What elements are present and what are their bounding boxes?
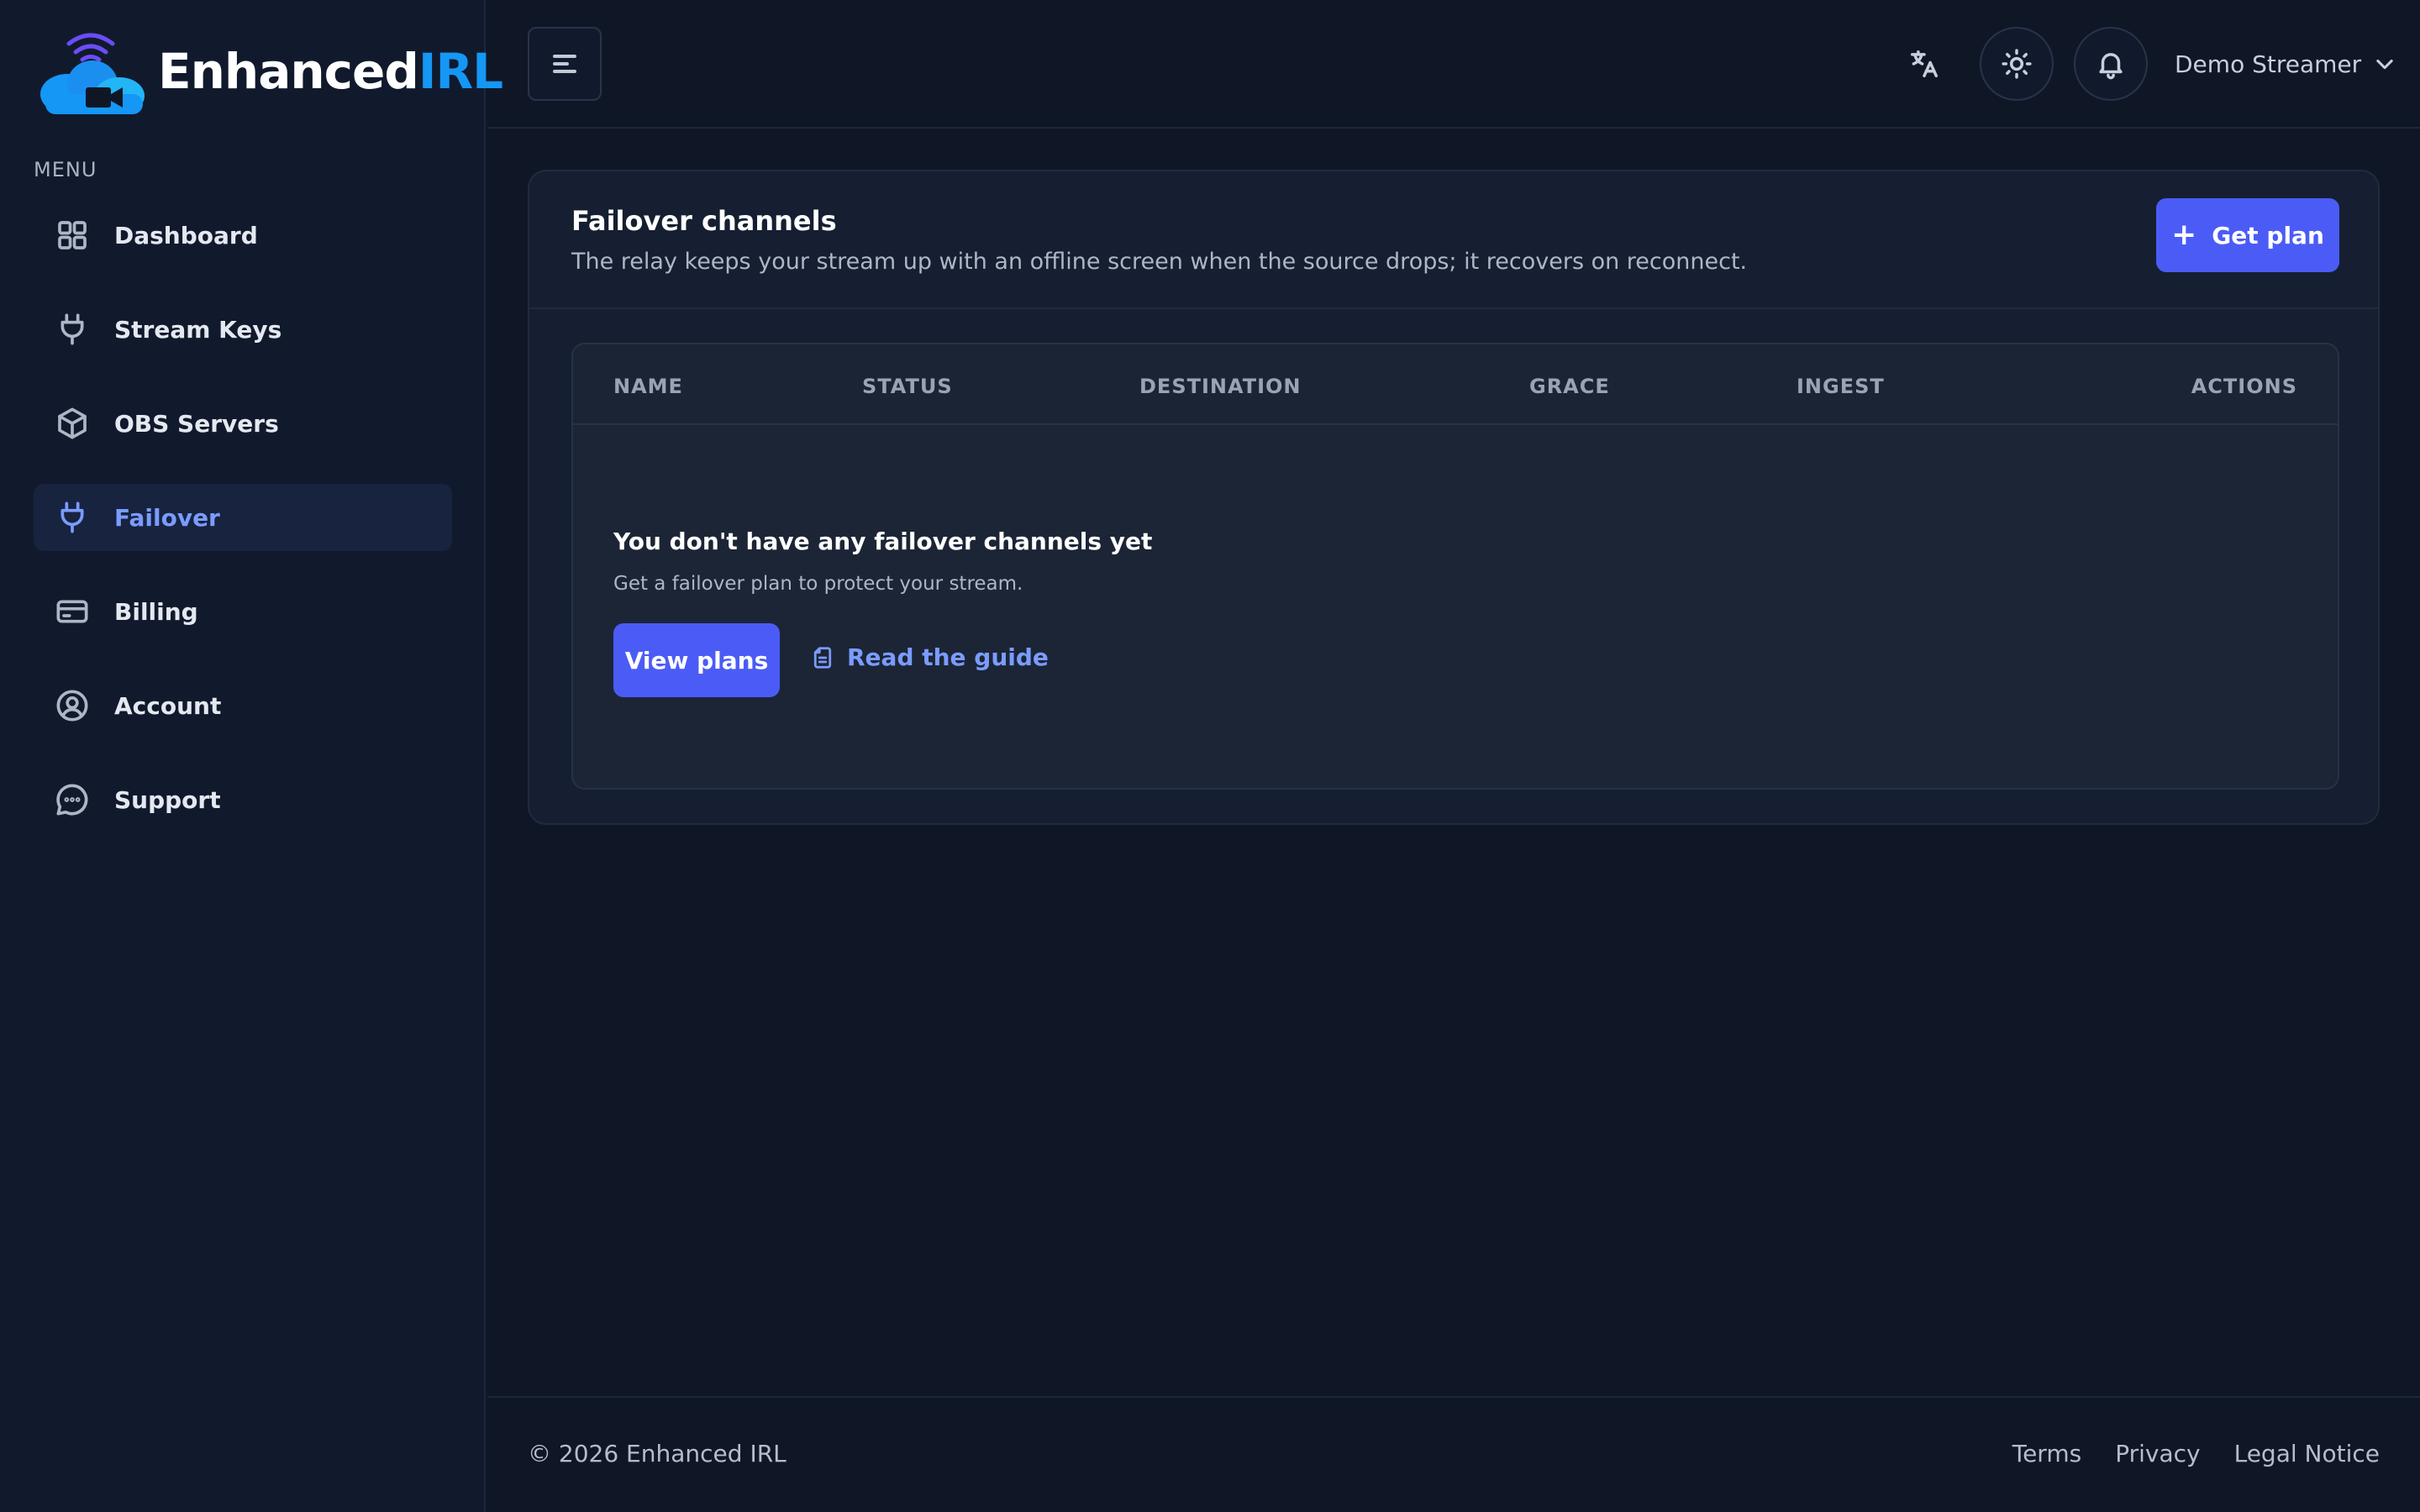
sidebar-item-label: Account [114, 691, 222, 720]
sidebar-item-dashboard[interactable]: Dashboard [34, 202, 452, 269]
card-header: Failover channels The relay keeps your s… [529, 171, 2378, 309]
failover-table: NAME STATUS DESTINATION GRACE INGEST ACT… [571, 343, 2339, 790]
column-header-status: STATUS [862, 375, 953, 398]
plug-icon [55, 312, 89, 346]
notifications-button[interactable] [2074, 27, 2148, 101]
column-header-actions: ACTIONS [2191, 375, 2297, 398]
credit-card-icon [55, 595, 89, 628]
toggle-sidebar-button[interactable] [528, 27, 602, 101]
menu-icon [553, 55, 576, 73]
sidebar-item-label: Stream Keys [114, 315, 282, 344]
footer-link-legal-notice[interactable]: Legal Notice [2234, 1440, 2380, 1467]
sidebar-item-label: Failover [114, 503, 220, 532]
app-root: EnhancedIRL MENU Dashboard Stream Keys O… [0, 0, 2420, 1512]
sidebar-item-label: Support [114, 785, 221, 814]
footer-link-terms[interactable]: Terms [2012, 1440, 2081, 1467]
card-title: Failover channels [571, 205, 837, 237]
column-header-destination: DESTINATION [1139, 375, 1302, 398]
sidebar-item-support[interactable]: Support [34, 766, 452, 833]
theme-toggle-button[interactable] [1980, 27, 2054, 101]
sidebar: EnhancedIRL MENU Dashboard Stream Keys O… [0, 0, 503, 1512]
grid-icon [55, 218, 89, 252]
sidebar-item-label: Billing [114, 597, 198, 626]
column-header-ingest: INGEST [1797, 375, 1885, 398]
sidebar-item-stream-keys[interactable]: Stream Keys [34, 296, 452, 363]
cube-icon [55, 407, 89, 440]
read-guide-link[interactable]: Read the guide [810, 643, 1049, 671]
copyright-text: © 2026 Enhanced IRL [528, 1440, 786, 1467]
plus-icon: + [2171, 218, 2197, 252]
column-header-name: NAME [613, 375, 683, 398]
language-button[interactable] [1887, 27, 1961, 101]
sidebar-item-failover[interactable]: Failover [34, 484, 452, 551]
top-header: Demo Streamer [487, 0, 2420, 129]
plug-icon [55, 501, 89, 534]
get-plan-button[interactable]: + Get plan [2156, 198, 2339, 272]
footer-links: Terms Privacy Legal Notice [1979, 1440, 2380, 1467]
get-plan-label: Get plan [2212, 221, 2324, 249]
read-guide-label: Read the guide [847, 643, 1049, 671]
chat-bubble-icon [55, 783, 89, 816]
cloud-camera-logo-icon [40, 33, 145, 114]
view-plans-button[interactable]: View plans [613, 623, 780, 697]
user-menu[interactable]: Demo Streamer [2175, 45, 2396, 82]
footer-link-privacy[interactable]: Privacy [2115, 1440, 2200, 1467]
translate-icon [1911, 50, 1938, 77]
table-header: NAME STATUS DESTINATION GRACE INGEST ACT… [573, 344, 2338, 425]
sidebar-item-obs-servers[interactable]: OBS Servers [34, 390, 452, 457]
bell-icon [2099, 53, 2123, 80]
sidebar-item-account[interactable]: Account [34, 672, 452, 739]
sidebar-item-label: Dashboard [114, 221, 258, 249]
menu-label: MENU [34, 158, 97, 181]
brand-name: EnhancedIRL [158, 43, 503, 100]
card-subtitle: The relay keeps your stream up with an o… [571, 249, 1748, 275]
sidebar-item-billing[interactable]: Billing [34, 578, 452, 645]
chevron-down-icon [2376, 59, 2393, 70]
empty-state-subtitle: Get a failover plan to protect your stre… [613, 573, 1023, 595]
empty-state-title: You don't have any failover channels yet [613, 528, 1153, 555]
document-icon [813, 646, 832, 669]
brand-logo[interactable]: EnhancedIRL [34, 25, 503, 118]
sidebar-item-label: OBS Servers [114, 409, 279, 438]
failover-channels-card: Failover channels The relay keeps your s… [528, 170, 2380, 825]
sun-icon [2002, 49, 2032, 79]
column-header-grace: GRACE [1529, 375, 1610, 398]
user-name: Demo Streamer [2175, 50, 2362, 78]
footer: © 2026 Enhanced IRL Terms Privacy Legal … [487, 1396, 2420, 1512]
sidebar-nav: Dashboard Stream Keys OBS Servers Failov… [34, 202, 452, 860]
user-circle-icon [55, 689, 89, 722]
